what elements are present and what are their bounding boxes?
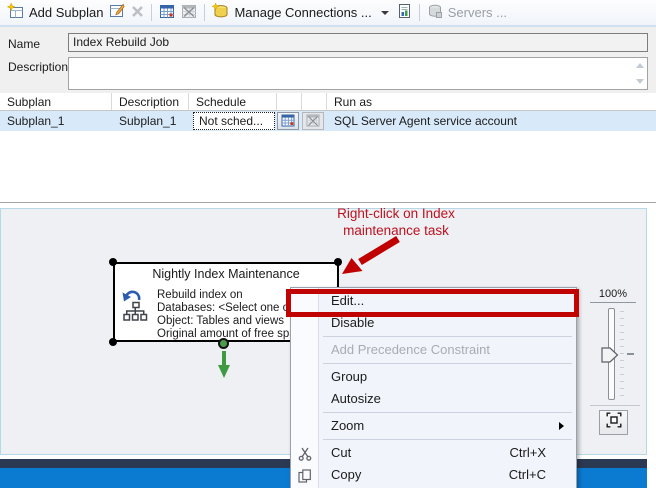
- remove-schedule-button[interactable]: [178, 1, 200, 24]
- scroll-up-icon[interactable]: [636, 63, 644, 68]
- connector-handle[interactable]: [218, 338, 229, 349]
- fit-to-window-button[interactable]: [599, 410, 628, 435]
- menu-shortcut: Ctrl+X: [510, 442, 546, 464]
- menu-item-autosize[interactable]: Autosize: [291, 388, 576, 410]
- pick-schedule-button[interactable]: [277, 112, 299, 130]
- toolbar-separator: [204, 4, 205, 21]
- name-label: Name: [8, 37, 40, 51]
- subplan-grid: Subplan Description Schedule Run as Subp…: [0, 93, 656, 203]
- zoom-100-mark: [627, 353, 634, 355]
- column-header-schedule-pick[interactable]: [277, 93, 302, 110]
- menu-shortcut: Ctrl+C: [509, 464, 546, 486]
- table-row[interactable]: Subplan_1 Subplan_1 Not sched... SQL Ser…: [0, 111, 656, 131]
- remove-schedule-row-button[interactable]: [302, 112, 324, 130]
- toolbar-separator: [419, 4, 420, 21]
- menu-item-label: Autosize: [331, 391, 381, 406]
- add-subplan-button[interactable]: Add Subplan: [4, 1, 106, 24]
- modify-subplan-button[interactable]: [106, 1, 128, 24]
- menu-item-label: Disable: [331, 315, 374, 330]
- manage-connections-label: Manage Connections ...: [234, 5, 371, 20]
- menu-item-cut[interactable]: Cut Ctrl+X: [291, 442, 576, 464]
- menu-item-zoom[interactable]: Zoom: [291, 415, 576, 437]
- modify-subplan-icon: [109, 3, 125, 22]
- cell-description: Subplan_1: [112, 114, 189, 128]
- reporting-button[interactable]: [393, 1, 415, 24]
- description-label: Description: [8, 60, 68, 74]
- selection-handle[interactable]: [109, 258, 117, 266]
- cell-run-as: SQL Server Agent service account: [327, 114, 656, 128]
- remove-schedule-icon: [181, 3, 197, 22]
- annotation-line1: Right-click on Index: [308, 205, 484, 222]
- rebuild-index-icon: [121, 290, 151, 327]
- column-header-schedule-remove[interactable]: [302, 93, 327, 110]
- scroll-down-icon[interactable]: [636, 79, 644, 84]
- toolbar: Add Subplan Manage: [0, 0, 656, 27]
- servers-icon: [427, 3, 443, 22]
- reporting-icon: [396, 3, 412, 22]
- menu-item-group[interactable]: Group: [291, 366, 576, 388]
- cell-subplan: Subplan_1: [0, 114, 112, 128]
- maintenance-plan-designer: Add Subplan Manage: [0, 0, 656, 488]
- subplan-schedule-icon: [159, 3, 175, 22]
- fit-to-window-icon: [606, 412, 622, 433]
- task-title: Nightly Index Maintenance: [115, 264, 337, 281]
- dropdown-caret-icon[interactable]: [381, 11, 389, 15]
- green-connector-arrow: [216, 350, 232, 380]
- grid-header: Subplan Description Schedule Run as: [0, 93, 656, 111]
- column-header-run-as[interactable]: Run as: [327, 93, 656, 110]
- menu-item-label: Add Precedence Constraint: [331, 342, 490, 357]
- column-header-schedule[interactable]: Schedule: [189, 93, 277, 110]
- schedule-cell[interactable]: Not sched...: [193, 112, 275, 130]
- toolbar-separator: [151, 4, 152, 21]
- column-header-subplan[interactable]: Subplan: [0, 93, 112, 110]
- delete-subplan-button[interactable]: [128, 3, 147, 23]
- delete-icon: [131, 5, 144, 21]
- remove-schedule-icon: [306, 113, 320, 130]
- menu-item-label: Group: [331, 369, 367, 384]
- annotation-arrow: [336, 234, 408, 280]
- panel-divider: [590, 405, 640, 406]
- add-subplan-icon: [7, 3, 24, 22]
- edit-highlight-box: [286, 289, 579, 317]
- zoom-slider-ticks: [620, 311, 624, 399]
- servers-button[interactable]: Servers ...: [424, 1, 510, 24]
- subplan-form: Name Index Rebuild Job Description: [0, 27, 656, 93]
- context-menu: Edit... Disable Add Precedence Constrain…: [290, 287, 577, 488]
- selection-handle[interactable]: [334, 258, 342, 266]
- menu-item-label: Zoom: [331, 418, 364, 433]
- submenu-arrow-icon: [559, 422, 564, 430]
- manage-connections-button[interactable]: Manage Connections ...: [209, 1, 374, 24]
- menu-item-label: Copy: [331, 467, 361, 482]
- servers-label: Servers ...: [448, 5, 507, 20]
- menu-item-label: Cut: [331, 445, 351, 460]
- pick-schedule-icon: [281, 113, 295, 130]
- database-icon: [212, 3, 229, 22]
- copy-icon: [298, 468, 312, 488]
- menu-item-copy[interactable]: Copy Ctrl+C: [291, 464, 576, 486]
- description-input[interactable]: [68, 57, 648, 90]
- column-header-description[interactable]: Description: [112, 93, 189, 110]
- zoom-slider-thumb[interactable]: [601, 347, 619, 363]
- add-subplan-label: Add Subplan: [29, 5, 103, 20]
- subplan-schedule-button[interactable]: [156, 1, 178, 24]
- name-input[interactable]: Index Rebuild Job: [68, 33, 648, 52]
- zoom-level-label: 100%: [590, 288, 636, 303]
- menu-item-add-precedence-constraint[interactable]: Add Precedence Constraint: [291, 339, 576, 361]
- selection-handle[interactable]: [109, 338, 117, 346]
